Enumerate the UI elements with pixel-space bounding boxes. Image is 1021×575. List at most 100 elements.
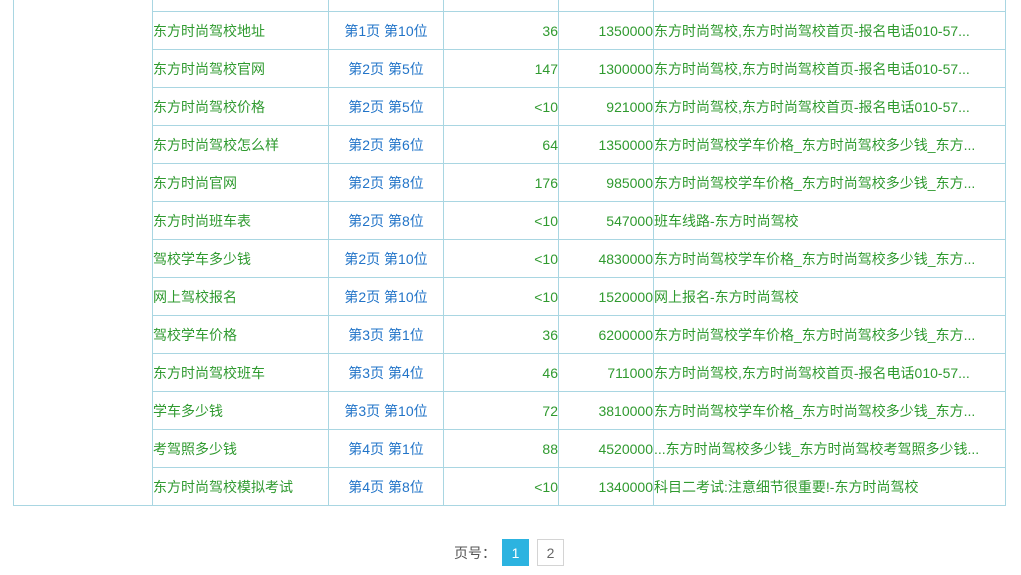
title-cell: 东方时尚驾校学车价格_东方时尚驾校多少钱_东方...	[654, 126, 1006, 164]
serp-title-text: 东方时尚驾校学车价格_东方时尚驾校多少钱_东方...	[654, 137, 975, 153]
rank-cell: 第2页 第8位	[329, 164, 444, 202]
results-value: 6200000	[598, 327, 653, 343]
serp-title-text: 班车线路-东方时尚驾校	[654, 213, 799, 229]
serp-title-text: 东方时尚驾校,东方时尚驾校首页-报名电话010-57...	[654, 61, 970, 77]
table-row: 东方时尚班车表 第2页 第8位 <10 547000 班车线路-东方时尚驾校	[14, 202, 1006, 240]
results-cell: 711000	[559, 354, 654, 392]
results-cell: 4520000	[559, 430, 654, 468]
metric-cell: <10	[444, 88, 559, 126]
title-cell: 科目二考试:注意细节很重要!-东方时尚驾校	[654, 468, 1006, 506]
title-cell: 东方时尚驾校,东方时尚驾校首页-报名电话010-57...	[654, 354, 1006, 392]
rank-link[interactable]: 第3页 第1位	[348, 327, 423, 343]
title-cell: 东方时尚驾校学车价格_东方时尚驾校多少钱_东方...	[654, 392, 1006, 430]
keyword-cell: 东方时尚驾校地址	[153, 12, 329, 50]
keyword-cell: 网上驾校报名	[153, 278, 329, 316]
serp-title-text: 东方时尚驾校学车价格_东方时尚驾校多少钱_东方...	[654, 327, 975, 343]
metric-value: 36	[542, 327, 558, 343]
keyword-cell: 东方时尚驾校价格	[153, 88, 329, 126]
metric-cell: 36	[444, 316, 559, 354]
metric-value: 46	[542, 365, 558, 381]
rank-cell: 第2页 第10位	[329, 240, 444, 278]
metric-cell: <10	[444, 468, 559, 506]
metric-cell: 147	[444, 50, 559, 88]
results-value: 1350000	[598, 23, 653, 39]
title-cell: 网上报名-东方时尚驾校	[654, 278, 1006, 316]
metric-cell: 36	[444, 12, 559, 50]
table-row: 东方时尚官网 第2页 第8位 176 985000 东方时尚驾校学车价格_东方时…	[14, 164, 1006, 202]
title-cell: 东方时尚驾校,东方时尚驾校首页-报名电话010-57...	[654, 12, 1006, 50]
keyword-ranking-table: 东方时尚驾校地址 第1页 第10位 36 1350000 东方时尚驾校,东方时尚…	[13, 0, 1006, 506]
keyword-cell: 考驾照多少钱	[153, 430, 329, 468]
results-value: 1350000	[598, 137, 653, 153]
rank-cell: 第2页 第6位	[329, 126, 444, 164]
page-button[interactable]: 2	[537, 539, 564, 566]
results-value: 985000	[606, 175, 653, 191]
keyword-cell: 东方时尚班车表	[153, 202, 329, 240]
rank-link[interactable]: 第2页 第10位	[344, 289, 427, 305]
title-cell: 东方时尚驾校学车价格_东方时尚驾校多少钱_东方...	[654, 164, 1006, 202]
metric-cell: 64	[444, 126, 559, 164]
keyword-cell: 驾校学车多少钱	[153, 240, 329, 278]
results-value: 4830000	[598, 251, 653, 267]
page-button[interactable]: 1	[502, 539, 529, 566]
table-row: 东方时尚驾校地址 第1页 第10位 36 1350000 东方时尚驾校,东方时尚…	[14, 12, 1006, 50]
metric-cell: 46	[444, 354, 559, 392]
rank-cell: 第2页 第8位	[329, 202, 444, 240]
keyword-text: 东方时尚驾校官网	[153, 61, 265, 77]
results-cell: 1340000	[559, 468, 654, 506]
rank-link[interactable]: 第3页 第4位	[348, 365, 423, 381]
rank-link[interactable]: 第2页 第5位	[348, 99, 423, 115]
serp-title-text: ...东方时尚驾校多少钱_东方时尚驾校考驾照多少钱...	[654, 441, 979, 457]
table-row: 东方时尚驾校模拟考试 第4页 第8位 <10 1340000 科目二考试:注意细…	[14, 468, 1006, 506]
results-value: 4520000	[598, 441, 653, 457]
pagination-label: 页号：	[454, 543, 496, 563]
rank-link[interactable]: 第2页 第5位	[348, 61, 423, 77]
serp-title-text: 东方时尚驾校学车价格_东方时尚驾校多少钱_东方...	[654, 251, 975, 267]
cut-off-cell	[329, 0, 444, 12]
keyword-ranking-table-wrap: 东方时尚驾校地址 第1页 第10位 36 1350000 东方时尚驾校,东方时尚…	[13, 0, 1006, 506]
results-cell: 1300000	[559, 50, 654, 88]
rank-link[interactable]: 第2页 第8位	[348, 213, 423, 229]
cut-off-row	[14, 0, 1006, 12]
metric-cell: 176	[444, 164, 559, 202]
results-value: 1520000	[598, 289, 653, 305]
cut-off-cell	[153, 0, 329, 12]
metric-cell: <10	[444, 202, 559, 240]
rank-cell: 第4页 第8位	[329, 468, 444, 506]
rank-link[interactable]: 第4页 第8位	[348, 479, 423, 495]
rank-cell: 第4页 第1位	[329, 430, 444, 468]
metric-value: <10	[534, 213, 558, 229]
results-value: 1340000	[598, 479, 653, 495]
rank-link[interactable]: 第1页 第10位	[344, 23, 427, 39]
table-row: 考驾照多少钱 第4页 第1位 88 4520000 ...东方时尚驾校多少钱_东…	[14, 430, 1006, 468]
results-cell: 1350000	[559, 126, 654, 164]
results-cell: 985000	[559, 164, 654, 202]
pagination-buttons: 12	[502, 539, 564, 566]
rank-link[interactable]: 第2页 第8位	[348, 175, 423, 191]
table-row: 驾校学车多少钱 第2页 第10位 <10 4830000 东方时尚驾校学车价格_…	[14, 240, 1006, 278]
title-cell: ...东方时尚驾校多少钱_东方时尚驾校考驾照多少钱...	[654, 430, 1006, 468]
serp-title-text: 东方时尚驾校学车价格_东方时尚驾校多少钱_东方...	[654, 175, 975, 191]
page: 东方时尚驾校地址 第1页 第10位 36 1350000 东方时尚驾校,东方时尚…	[0, 0, 1021, 575]
metric-value: 72	[542, 403, 558, 419]
results-value: 547000	[606, 213, 653, 229]
rank-cell: 第1页 第10位	[329, 12, 444, 50]
table-row: 网上驾校报名 第2页 第10位 <10 1520000 网上报名-东方时尚驾校	[14, 278, 1006, 316]
metric-cell: 88	[444, 430, 559, 468]
keyword-cell: 驾校学车价格	[153, 316, 329, 354]
rank-cell: 第2页 第5位	[329, 50, 444, 88]
table-row: 东方时尚驾校价格 第2页 第5位 <10 921000 东方时尚驾校,东方时尚驾…	[14, 88, 1006, 126]
rank-link[interactable]: 第2页 第6位	[348, 137, 423, 153]
keyword-text: 驾校学车价格	[153, 327, 237, 343]
rank-link[interactable]: 第4页 第1位	[348, 441, 423, 457]
rank-cell: 第3页 第10位	[329, 392, 444, 430]
rank-cell: 第3页 第4位	[329, 354, 444, 392]
rank-link[interactable]: 第3页 第10位	[344, 403, 427, 419]
rank-link[interactable]: 第2页 第10位	[344, 251, 427, 267]
keyword-text: 东方时尚驾校地址	[153, 23, 265, 39]
results-value: 1300000	[598, 61, 653, 77]
metric-value: 64	[542, 137, 558, 153]
serp-title-text: 网上报名-东方时尚驾校	[654, 289, 799, 305]
keyword-text: 东方时尚官网	[153, 175, 237, 191]
metric-cell: <10	[444, 278, 559, 316]
